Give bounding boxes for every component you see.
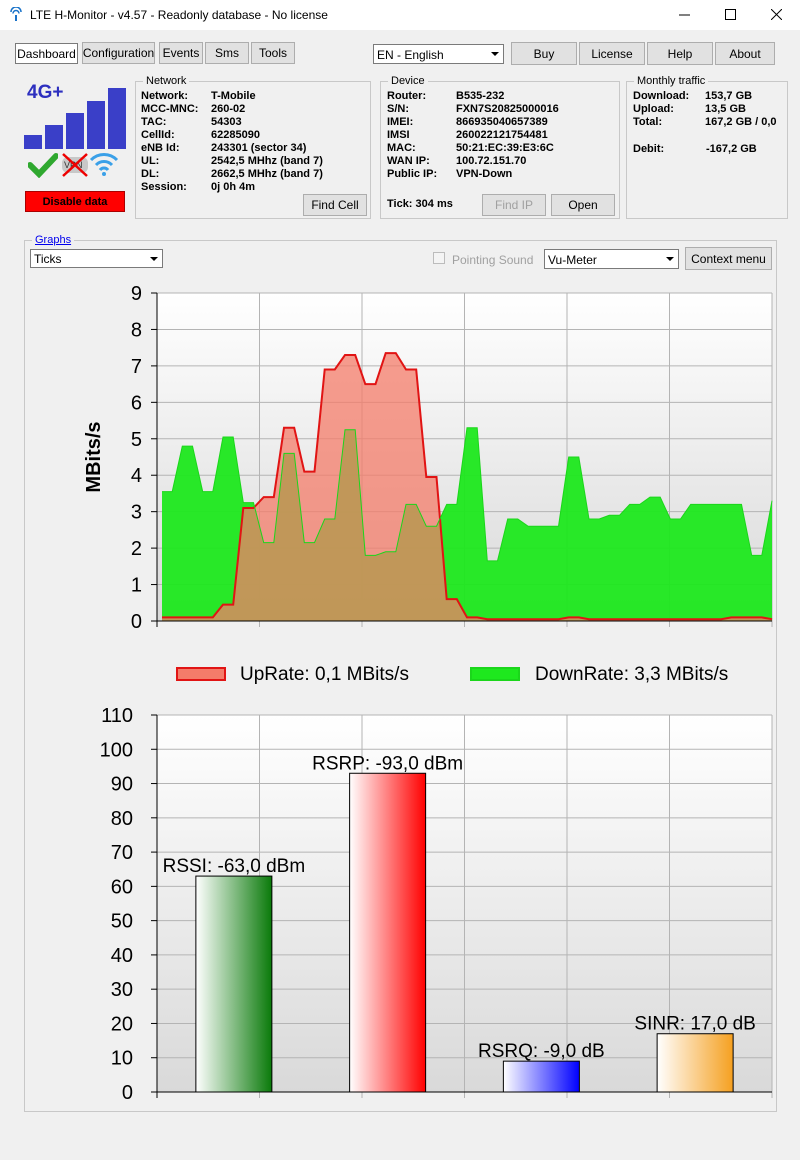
signal-y-tick-label: 10 — [111, 1048, 133, 1070]
signal-bar — [349, 772, 427, 1093]
signal-y-tick-label: 60 — [111, 876, 133, 898]
signal-y-tick-label: 80 — [111, 808, 133, 830]
rate-y-tick-label: 6 — [131, 392, 142, 414]
signal-y-tick-label: 110 — [101, 705, 133, 727]
signal-y-tick-label: 90 — [111, 774, 133, 796]
signal-chart: RSSI: -63,0 dBm RSRP: -93,0 dBm RSRQ: -9,0… — [100, 705, 773, 1104]
rate-y-axis-label: MBits/s — [83, 421, 105, 492]
downrate-legend-label: DownRate: 3,3 MBits/s — [535, 664, 728, 685]
signal-bar-label: RSSI: -63,0 dBm — [163, 856, 306, 877]
rate-y-tick-label: 9 — [131, 283, 142, 305]
rate-y-tick-label: 3 — [131, 502, 142, 524]
rate-y-tick-label: 7 — [131, 356, 142, 378]
rate-y-tick-label: 4 — [131, 465, 142, 487]
rate-y-tick-label: 0 — [131, 611, 142, 633]
rate-y-tick-label: 1 — [131, 575, 142, 597]
rate-y-tick-label: 5 — [131, 429, 142, 451]
uprate-legend-swatch — [176, 667, 226, 681]
signal-y-tick-label: 100 — [100, 739, 133, 761]
rate-y-tick-label: 8 — [131, 319, 142, 341]
signal-bar-label: RSRQ: -9,0 dB — [478, 1041, 605, 1062]
downrate-legend-swatch — [470, 667, 520, 681]
signal-bar — [502, 1060, 580, 1093]
signal-y-tick-label: 50 — [111, 911, 133, 933]
signal-y-tick-label: 20 — [111, 1013, 133, 1035]
rate-chart: 0 1 2 3 4 5 6 7 8 9 MBits/s UpRate: 0,1 MBits/s Down… — [83, 283, 773, 685]
signal-bar-label: RSRP: -93,0 dBm — [312, 753, 463, 774]
signal-y-tick-label: 70 — [111, 842, 133, 864]
signal-bar — [195, 875, 273, 1093]
signal-y-tick-label: 0 — [122, 1082, 133, 1104]
signal-y-tick-label: 40 — [111, 945, 133, 967]
signal-y-tick-label: 30 — [111, 979, 133, 1001]
uprate-legend-label: UpRate: 0,1 MBits/s — [240, 664, 409, 685]
signal-bar — [656, 1033, 734, 1093]
rate-y-tick-label: 2 — [131, 538, 142, 560]
signal-bar-label: SINR: 17,0 dB — [634, 1014, 755, 1035]
